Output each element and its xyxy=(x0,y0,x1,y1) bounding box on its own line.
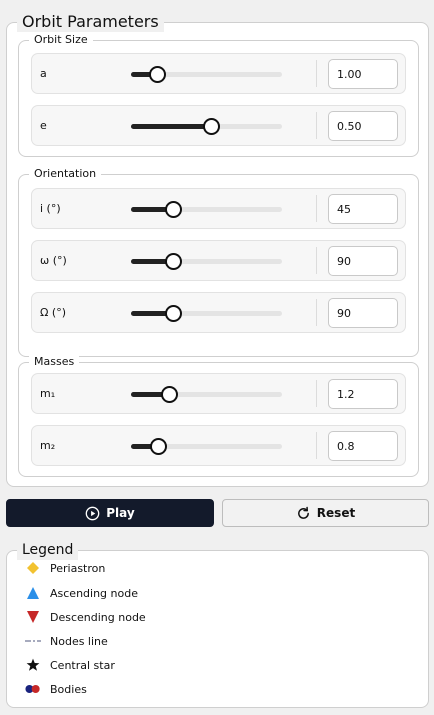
param-row-arg-periapsis: ω (°) xyxy=(31,240,406,281)
slider-thumb-inclination[interactable] xyxy=(165,201,183,218)
legend-item-periastron: Periastron xyxy=(25,558,105,578)
orbit-parameters-title: Orbit Parameters xyxy=(17,12,164,32)
slider-m2[interactable] xyxy=(131,438,282,455)
red-triangle-down-icon xyxy=(25,609,41,625)
bodies-dots-icon xyxy=(25,681,41,697)
orientation-title: Orientation xyxy=(29,167,102,181)
slider-thumb-ascending-node[interactable] xyxy=(165,305,183,322)
legend-item-bodies: Bodies xyxy=(25,679,87,699)
param-label-ascending-node: Ω (°) xyxy=(40,306,66,319)
param-label-arg-periapsis: ω (°) xyxy=(40,254,67,267)
divider xyxy=(316,432,317,459)
play-circle-icon xyxy=(85,506,100,521)
slider-thumb-e[interactable] xyxy=(203,118,221,135)
value-input-arg-periapsis[interactable] xyxy=(328,246,398,276)
slider-m1[interactable] xyxy=(131,386,282,403)
slider-thumb-a[interactable] xyxy=(148,66,166,83)
slider-thumb-m2[interactable] xyxy=(150,438,168,455)
param-row-ascending-node: Ω (°) xyxy=(31,292,406,333)
slider-ascending-node[interactable] xyxy=(131,305,282,322)
legend-label: Bodies xyxy=(50,682,87,696)
param-label-inclination: i (°) xyxy=(40,202,61,215)
masses-title: Masses xyxy=(29,355,80,369)
yellow-diamond-icon xyxy=(25,560,41,576)
param-label-e: e xyxy=(40,119,47,132)
divider xyxy=(316,299,317,326)
value-input-a[interactable] xyxy=(328,59,398,89)
value-input-e[interactable] xyxy=(328,111,398,141)
slider-thumb-arg-periapsis[interactable] xyxy=(165,253,183,270)
value-input-m2[interactable] xyxy=(328,431,398,461)
legend-item-ascending-node: Ascending node xyxy=(25,583,138,603)
slider-inclination[interactable] xyxy=(131,201,282,218)
slider-arg-periapsis[interactable] xyxy=(131,253,282,270)
star-icon xyxy=(25,657,41,673)
legend-item-descending-node: Descending node xyxy=(25,607,146,627)
legend-label: Descending node xyxy=(50,610,146,624)
param-label-m1: m₁ xyxy=(40,387,56,400)
param-row-e: e xyxy=(31,105,406,146)
divider xyxy=(316,60,317,87)
orbit-size-group: Orbit Size a e xyxy=(18,33,419,157)
orbit-size-title: Orbit Size xyxy=(29,33,93,47)
param-row-m1: m₁ xyxy=(31,373,406,414)
legend-label: Periastron xyxy=(50,561,106,575)
value-input-m1[interactable] xyxy=(328,379,398,409)
legend-panel: Legend Periastron Ascending node Descend… xyxy=(6,540,429,708)
legend-label: Ascending node xyxy=(50,586,138,600)
dashed-line-icon xyxy=(25,633,41,649)
legend-item-nodes-line: Nodes line xyxy=(25,631,108,651)
divider xyxy=(316,380,317,407)
legend-label: Central star xyxy=(50,658,115,672)
reset-icon xyxy=(296,506,311,521)
play-label: Play xyxy=(106,506,135,520)
divider xyxy=(316,112,317,139)
value-input-inclination[interactable] xyxy=(328,194,398,224)
orbit-parameters-panel: Orbit Parameters Orbit Size a e Orientat… xyxy=(6,12,429,487)
masses-group: Masses m₁ m₂ xyxy=(18,355,419,477)
orientation-group: Orientation i (°) ω (°) Ω (°) xyxy=(18,167,419,357)
divider xyxy=(316,195,317,222)
param-label-a: a xyxy=(40,67,47,80)
reset-button[interactable]: Reset xyxy=(222,499,429,527)
slider-a[interactable] xyxy=(131,66,282,83)
slider-e[interactable] xyxy=(131,118,282,135)
blue-triangle-up-icon xyxy=(25,585,41,601)
legend-item-central-star: Central star xyxy=(25,655,115,675)
divider xyxy=(316,247,317,274)
reset-label: Reset xyxy=(316,506,356,520)
legend-title: Legend xyxy=(17,540,79,560)
value-input-ascending-node[interactable] xyxy=(328,298,398,328)
play-button[interactable]: Play xyxy=(6,499,214,527)
param-row-inclination: i (°) xyxy=(31,188,406,229)
legend-label: Nodes line xyxy=(50,634,108,648)
param-row-m2: m₂ xyxy=(31,425,406,466)
param-row-a: a xyxy=(31,53,406,94)
slider-thumb-m1[interactable] xyxy=(160,386,178,403)
param-label-m2: m₂ xyxy=(40,439,56,452)
